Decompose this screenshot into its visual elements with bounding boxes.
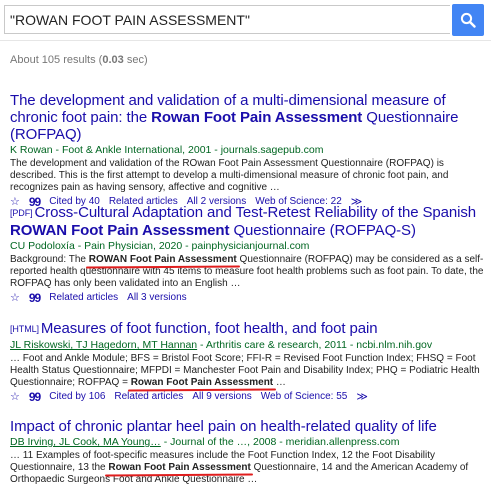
snippet-highlight: ROWAN Foot Pain Assessment [88,254,237,265]
result-snippet: … Foot and Ankle Module; BFS = Bristol F… [10,353,486,389]
result-snippet: … 11 Examples of foot-specific measures … [10,450,486,486]
title-text[interactable]: Cross-Cultural Adaptation and Test-Retes… [35,204,477,221]
result-title[interactable]: The development and validation of a mult… [10,92,486,143]
result-meta: DB Irving, JL Cook, MA Young… - Journal … [10,436,486,449]
authors-links[interactable]: JL Riskowski, TJ Hagedorn, MT Hannan [10,339,197,351]
authors-links[interactable]: DB Irving, JL Cook, MA Young… [10,436,161,448]
snippet-text-end: … [273,377,286,388]
result-actions: ☆ 99 Cited by 106 Related articles All 9… [10,391,486,403]
authors: CU Podoloxía [10,240,75,252]
result-meta: K Rowan - Foot & Ankle International, 20… [10,144,486,157]
result-3: [HTML] Measures of foot function, foot he… [10,320,486,403]
title-bold[interactable]: ROWAN Foot Pain Assessment [10,222,229,239]
snippet-highlight: Rowan Foot Pain Assessment [108,462,251,473]
result-4: Impact of chronic plantar heel pain on h… [10,418,486,486]
result-1: The development and validation of a mult… [10,92,486,208]
web-of-science-link[interactable]: Web of Science: 55 [261,391,348,402]
pdf-tag[interactable]: [PDF] [10,208,33,218]
title-text[interactable]: Impact of chronic plantar heel pain on h… [10,418,437,435]
versions-link[interactable]: All 3 versions [127,292,186,303]
title-bold[interactable]: Rowan Foot Pain Assessment [151,109,362,126]
search-button[interactable] [452,4,484,36]
results-stats: About 105 results (0.03 sec) [10,54,148,66]
save-star-icon[interactable]: ☆ [10,391,20,402]
result-2: [PDF] Cross-Cultural Adaptation and Test-… [10,204,486,304]
save-star-icon[interactable]: ☆ [10,292,20,303]
related-articles-link[interactable]: Related articles [49,292,118,303]
stats-prefix: About 105 results ( [10,54,103,66]
authors: K Rowan [10,144,53,156]
result-title[interactable]: Impact of chronic plantar heel pain on h… [10,418,486,435]
versions-link[interactable]: All 9 versions [192,391,251,402]
cited-by-link[interactable]: Cited by 106 [49,391,105,402]
source: - Pain Physician, 2020 - painphysicianjo… [74,240,310,252]
cite-quote-icon[interactable]: 99 [29,391,41,403]
title-text[interactable]: Measures of foot function, foot health, … [41,320,378,337]
search-input[interactable] [5,6,450,33]
search-icon [460,12,476,28]
stats-suffix: sec) [123,54,148,66]
more-icon[interactable]: ≫ [356,391,368,402]
source: - Foot & Ankle International, 2001 - jou… [52,144,324,156]
title-text-end[interactable]: Questionnaire (ROFPAQ-S) [229,222,415,239]
source: - Journal of the …, 2008 - meridian.alle… [160,436,400,448]
source: - Arthritis care & research, 2011 - ncbi… [197,339,433,351]
search-box[interactable] [4,5,450,34]
result-title[interactable]: [HTML] Measures of foot function, foot he… [10,320,486,338]
related-articles-link[interactable]: Related articles [114,391,183,402]
search-bar [0,0,491,41]
result-snippet: The development and validation of the RO… [10,158,486,194]
result-meta: CU Podoloxía - Pain Physician, 2020 - pa… [10,240,486,253]
cite-quote-icon[interactable]: 99 [29,292,41,304]
snippet-text: Background: The [10,254,89,265]
result-title[interactable]: [PDF] Cross-Cultural Adaptation and Test-… [10,204,486,239]
result-meta: JL Riskowski, TJ Hagedorn, MT Hannan - A… [10,339,486,352]
snippet-highlight: Rowan Foot Pain Assessment [130,377,274,388]
stats-time: 0.03 [102,54,124,66]
snippet-text: The development and validation of the RO… [10,158,449,193]
html-tag[interactable]: [HTML] [10,324,39,334]
result-actions: ☆ 99 Related articles All 3 versions [10,292,486,304]
result-snippet: Background: The ROWAN Foot Pain Assessme… [10,254,486,290]
